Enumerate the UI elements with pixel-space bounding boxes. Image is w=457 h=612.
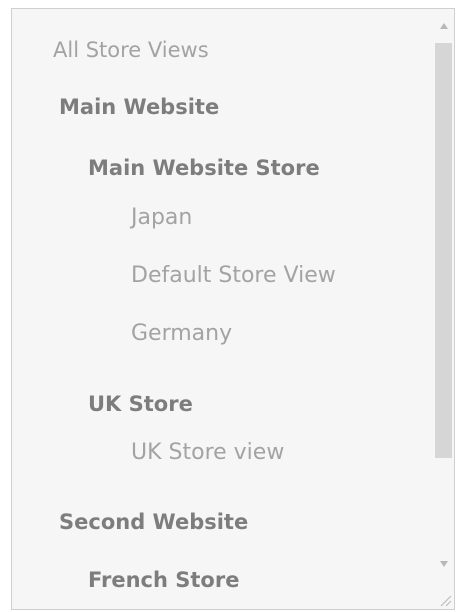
option-japan[interactable]: Japan bbox=[131, 207, 192, 229]
option-main-website[interactable]: Main Website bbox=[59, 97, 219, 118]
option-default-store-view[interactable]: Default Store View bbox=[131, 265, 336, 287]
resize-grip-icon[interactable] bbox=[438, 593, 452, 607]
option-french-store[interactable]: French Store bbox=[88, 570, 239, 591]
option-uk-store[interactable]: UK Store bbox=[88, 394, 193, 415]
vertical-scrollbar[interactable] bbox=[433, 9, 454, 609]
option-main-website-store[interactable]: Main Website Store bbox=[88, 158, 320, 179]
scroll-up-button[interactable] bbox=[433, 19, 454, 33]
option-germany[interactable]: Germany bbox=[131, 323, 232, 345]
triangle-up-icon bbox=[439, 23, 448, 29]
scroll-thumb[interactable] bbox=[435, 43, 452, 458]
store-view-listbox[interactable]: All Store Views Main Website Main Websit… bbox=[11, 8, 455, 610]
option-all-store-views[interactable]: All Store Views bbox=[53, 40, 209, 61]
option-uk-store-view[interactable]: UK Store view bbox=[131, 442, 284, 464]
scroll-down-button[interactable] bbox=[433, 557, 454, 571]
triangle-down-icon bbox=[439, 561, 448, 567]
option-second-website[interactable]: Second Website bbox=[59, 512, 248, 533]
